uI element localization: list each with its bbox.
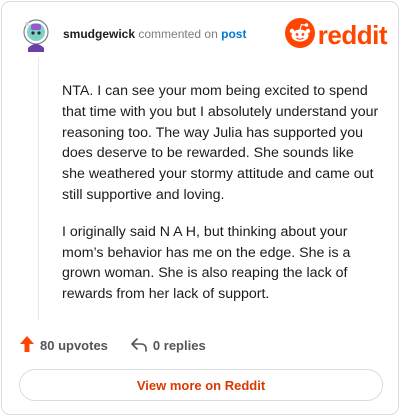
comment-header: smudgewick commented on post reddit xyxy=(19,16,388,56)
view-more-button[interactable]: View more on Reddit xyxy=(19,369,383,401)
username-link[interactable]: smudgewick xyxy=(63,27,135,41)
comment-body: NTA. I can see your mom being excited to… xyxy=(62,81,380,321)
reply-arrow-icon xyxy=(130,336,148,355)
commented-on-text: commented on xyxy=(138,27,218,41)
reddit-logo[interactable]: reddit xyxy=(284,17,388,53)
post-link[interactable]: post xyxy=(221,27,246,41)
reply-button[interactable]: 0 replies xyxy=(130,336,206,355)
reddit-comment-embed: smudgewick commented on post reddit NTA.… xyxy=(1,1,399,415)
comment-paragraph: I originally said N A H, but thinking ab… xyxy=(62,223,351,303)
upvote-count: 80 upvotes xyxy=(40,337,108,353)
reddit-wordmark: reddit xyxy=(317,20,388,50)
upvote-button[interactable]: 80 upvotes xyxy=(19,335,108,356)
comment-paragraph: NTA. I can see your mom being excited to… xyxy=(62,83,379,203)
upvote-arrow-icon xyxy=(19,335,35,356)
reply-count: 0 replies xyxy=(152,337,206,353)
user-avatar[interactable] xyxy=(21,18,51,54)
comment-byline: smudgewick commented on post xyxy=(63,27,246,41)
comment-actions: 80 upvotes 0 replies xyxy=(19,335,206,355)
reddit-snoo-icon xyxy=(284,17,315,53)
thread-line[interactable] xyxy=(38,58,39,320)
